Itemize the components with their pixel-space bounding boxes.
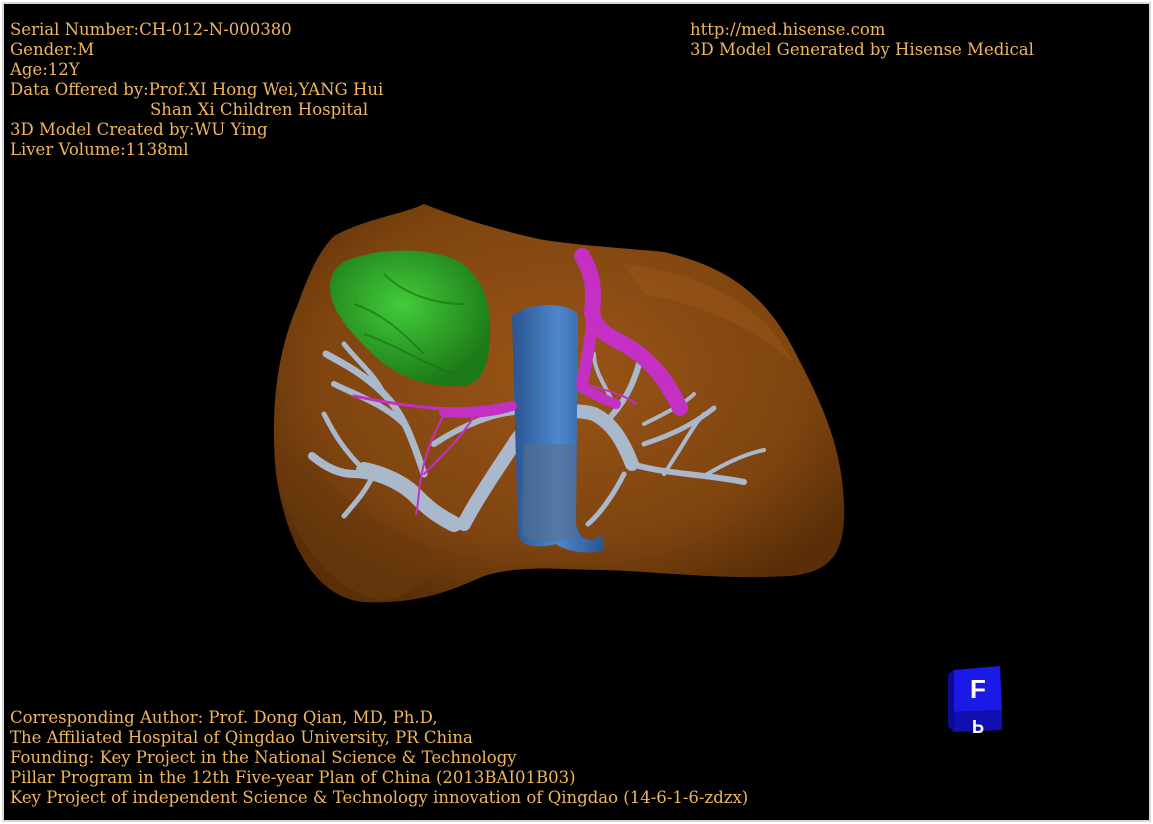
corresponding-author: Corresponding Author: Prof. Dong Qian, M…	[10, 708, 438, 727]
cube-bottom-label: P	[972, 716, 984, 736]
age: Age:12Y	[10, 60, 80, 79]
site-url[interactable]: http://med.hisense.com	[690, 20, 1034, 40]
credits-block: Corresponding Author: Prof. Dong Qian, M…	[10, 708, 748, 808]
patient-info: Serial Number:CH-012-N-000380 Gender:M A…	[10, 20, 383, 160]
key-project: Key Project of independent Science & Tec…	[10, 788, 749, 807]
cube-front-label: F	[970, 674, 986, 704]
hospital-name: Shan Xi Children Hospital	[150, 100, 369, 119]
viewer-frame: F P Serial Number:CH-012-N-000380 Gender…	[2, 2, 1151, 822]
gender: Gender:M	[10, 40, 95, 59]
affiliation: The Affiliated Hospital of Qingdao Unive…	[10, 728, 473, 747]
model-created-by: 3D Model Created by:WU Ying	[10, 120, 268, 139]
orientation-cube[interactable]: F P	[948, 666, 1002, 736]
liver-volume: Liver Volume:1138ml	[10, 140, 189, 159]
founding: Founding: Key Project in the National Sc…	[10, 748, 517, 767]
serial-number: Serial Number:CH-012-N-000380	[10, 20, 292, 39]
site-info: http://med.hisense.com 3D Model Generate…	[690, 20, 1034, 60]
generated-by: 3D Model Generated by Hisense Medical	[690, 40, 1034, 59]
pillar-program: Pillar Program in the 12th Five-year Pla…	[10, 768, 576, 787]
data-offered-by: Data Offered by:Prof.XI Hong Wei,YANG Hu…	[10, 80, 384, 99]
